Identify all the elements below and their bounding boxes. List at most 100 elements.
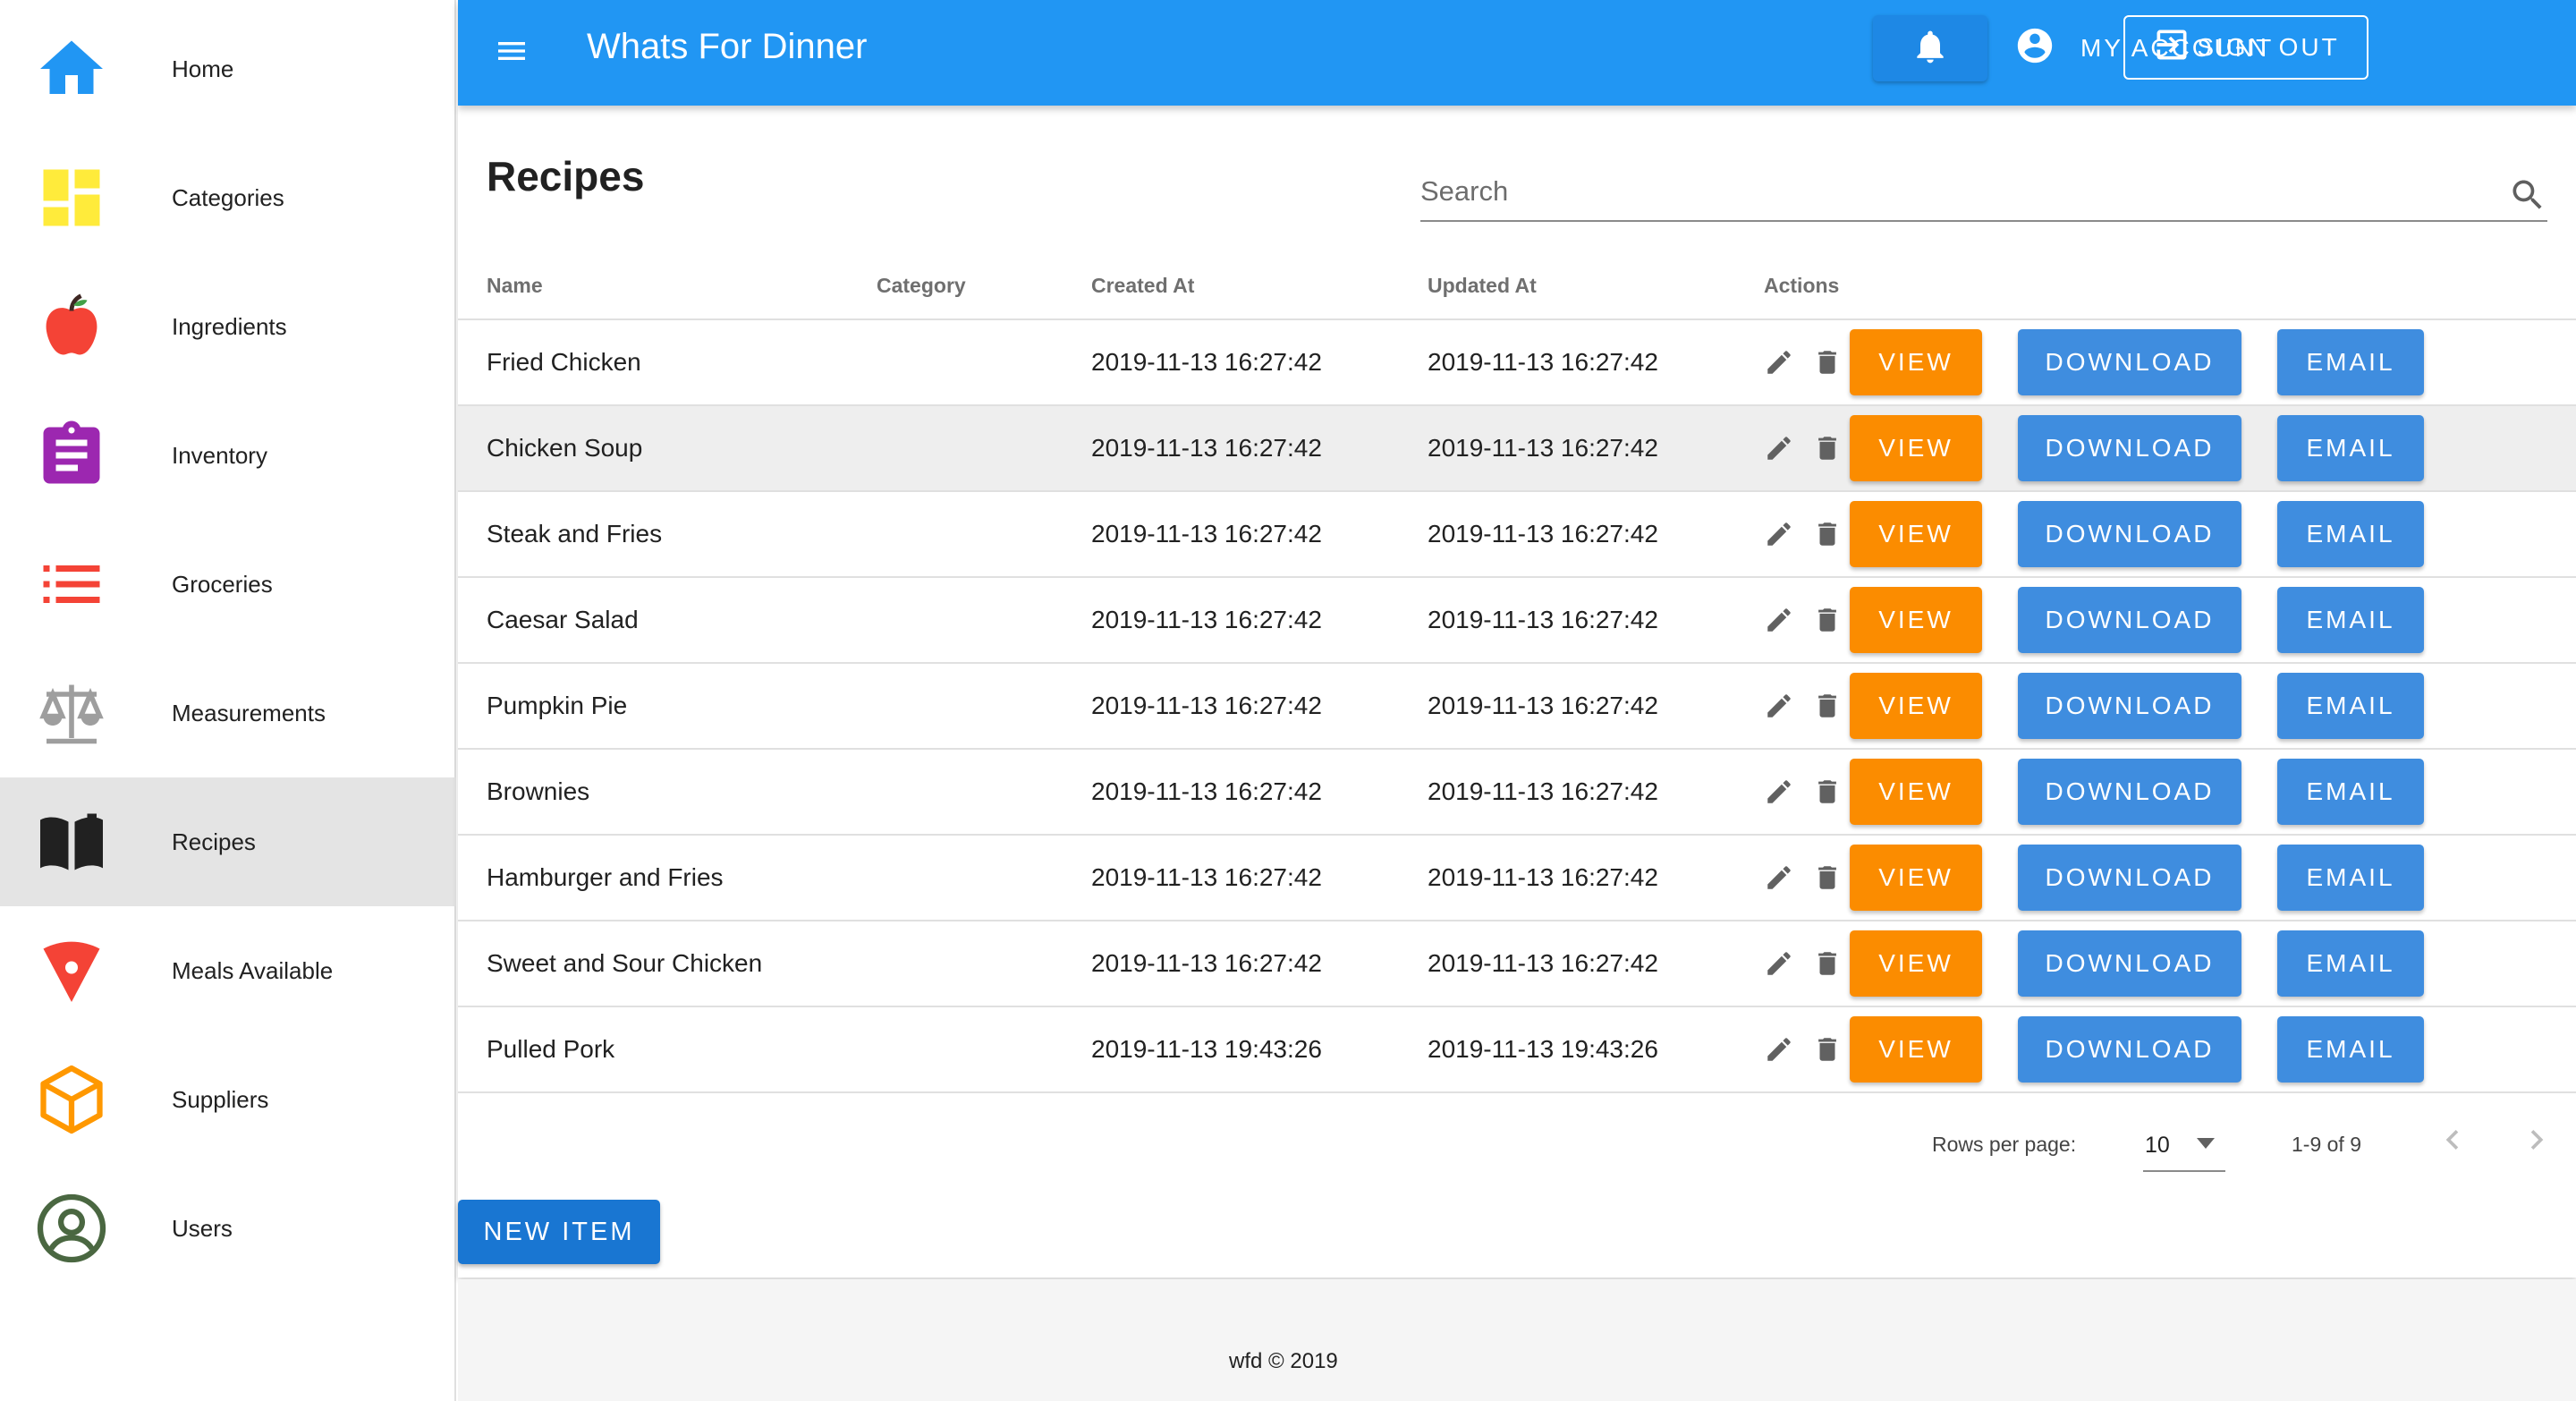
menu-icon [494, 33, 530, 73]
caret-down-icon [2195, 1136, 2216, 1151]
sidebar-item-meals-available[interactable]: Meals Available [0, 906, 456, 1035]
email-button[interactable]: EMAIL [2277, 845, 2424, 911]
view-button[interactable]: VIEW [1850, 673, 1982, 739]
cell-name: Caesar Salad [487, 606, 639, 633]
edit-icon[interactable] [1764, 1034, 1794, 1065]
cell-created-at: 2019-11-13 16:27:42 [1091, 520, 1322, 548]
sidebar-item-categories[interactable]: Categories [0, 133, 456, 262]
sign-out-button[interactable]: SIGN OUT [2123, 15, 2368, 80]
sidebar-item-label: Categories [172, 183, 284, 211]
cell-name: Brownies [487, 777, 590, 805]
new-item-button[interactable]: NEW ITEM [458, 1200, 660, 1264]
table-row: Chicken Soup 2019-11-13 16:27:42 2019-11… [458, 406, 2576, 492]
edit-icon[interactable] [1764, 948, 1794, 979]
cell-updated-at: 2019-11-13 16:27:42 [1428, 434, 1658, 462]
delete-icon[interactable] [1812, 1034, 1843, 1065]
column-header-name[interactable]: Name [487, 274, 543, 298]
sidebar-item-measurements[interactable]: Measurements [0, 649, 456, 777]
view-button[interactable]: VIEW [1850, 587, 1982, 653]
email-button[interactable]: EMAIL [2277, 329, 2424, 395]
cell-updated-at: 2019-11-13 16:27:42 [1428, 348, 1658, 376]
rows-per-page-label: Rows per page: [1932, 1133, 2077, 1156]
search-input[interactable] [1420, 163, 2476, 220]
sign-out-label: SIGN OUT [2197, 33, 2340, 61]
rows-per-page-select[interactable]: 10 [2143, 1117, 2225, 1172]
delete-icon[interactable] [1812, 433, 1843, 463]
delete-icon[interactable] [1812, 519, 1843, 549]
sidebar-item-recipes[interactable]: Recipes [0, 777, 456, 906]
sidebar: Home Categories Ingredients Inventory Gr… [0, 0, 456, 1401]
edit-icon[interactable] [1764, 519, 1794, 549]
table-body: Fried Chicken 2019-11-13 16:27:42 2019-1… [458, 320, 2576, 1093]
download-button[interactable]: DOWNLOAD [2018, 587, 2241, 653]
view-button[interactable]: VIEW [1850, 759, 1982, 825]
sidebar-item-suppliers[interactable]: Suppliers [0, 1035, 456, 1164]
clipboard-icon [34, 418, 109, 493]
download-button[interactable]: DOWNLOAD [2018, 329, 2241, 395]
cell-updated-at: 2019-11-13 16:27:42 [1428, 606, 1658, 633]
package-icon [34, 1062, 109, 1137]
table-row: Brownies 2019-11-13 16:27:42 2019-11-13 … [458, 750, 2576, 836]
sidebar-item-users[interactable]: Users [0, 1164, 456, 1293]
sidebar-item-home[interactable]: Home [0, 4, 456, 133]
delete-icon[interactable] [1812, 862, 1843, 893]
view-button[interactable]: VIEW [1850, 930, 1982, 997]
view-button[interactable]: VIEW [1850, 501, 1982, 567]
edit-icon[interactable] [1764, 433, 1794, 463]
email-button[interactable]: EMAIL [2277, 415, 2424, 481]
email-button[interactable]: EMAIL [2277, 673, 2424, 739]
cell-updated-at: 2019-11-13 16:27:42 [1428, 777, 1658, 805]
delete-icon[interactable] [1812, 605, 1843, 635]
list-icon [34, 547, 109, 622]
delete-icon[interactable] [1812, 777, 1843, 807]
column-header-updated-at[interactable]: Updated At [1428, 274, 1537, 298]
email-button[interactable]: EMAIL [2277, 1016, 2424, 1083]
column-header-created-at[interactable]: Created At [1091, 274, 1194, 298]
notifications-button[interactable] [1873, 15, 1987, 81]
search-icon[interactable] [2508, 175, 2547, 215]
email-button[interactable]: EMAIL [2277, 930, 2424, 997]
email-button[interactable]: EMAIL [2277, 759, 2424, 825]
delete-icon[interactable] [1812, 347, 1843, 378]
table-row: Pumpkin Pie 2019-11-13 16:27:42 2019-11-… [458, 664, 2576, 750]
cell-created-at: 2019-11-13 19:43:26 [1091, 1035, 1322, 1063]
pizza-icon [34, 933, 109, 1008]
view-button[interactable]: VIEW [1850, 329, 1982, 395]
delete-icon[interactable] [1812, 691, 1843, 721]
menu-button[interactable] [485, 26, 538, 80]
cell-updated-at: 2019-11-13 19:43:26 [1428, 1035, 1658, 1063]
view-button[interactable]: VIEW [1850, 1016, 1982, 1083]
sidebar-item-ingredients[interactable]: Ingredients [0, 262, 456, 391]
download-button[interactable]: DOWNLOAD [2018, 1016, 2241, 1083]
search-field [1420, 163, 2547, 222]
cell-created-at: 2019-11-13 16:27:42 [1091, 434, 1322, 462]
email-button[interactable]: EMAIL [2277, 501, 2424, 567]
table-row: Hamburger and Fries 2019-11-13 16:27:42 … [458, 836, 2576, 921]
view-button[interactable]: VIEW [1850, 845, 1982, 911]
chevron-right-icon[interactable] [2517, 1120, 2556, 1159]
sidebar-item-inventory[interactable]: Inventory [0, 391, 456, 520]
cell-name: Hamburger and Fries [487, 863, 724, 891]
download-button[interactable]: DOWNLOAD [2018, 673, 2241, 739]
download-button[interactable]: DOWNLOAD [2018, 930, 2241, 997]
sidebar-item-label: Inventory [172, 441, 267, 469]
download-button[interactable]: DOWNLOAD [2018, 759, 2241, 825]
pagination-range: 1-9 of 9 [2292, 1133, 2361, 1156]
edit-icon[interactable] [1764, 777, 1794, 807]
edit-icon[interactable] [1764, 862, 1794, 893]
edit-icon[interactable] [1764, 691, 1794, 721]
edit-icon[interactable] [1764, 347, 1794, 378]
edit-icon[interactable] [1764, 605, 1794, 635]
download-button[interactable]: DOWNLOAD [2018, 415, 2241, 481]
sidebar-item-groceries[interactable]: Groceries [0, 520, 456, 649]
download-button[interactable]: DOWNLOAD [2018, 845, 2241, 911]
download-button[interactable]: DOWNLOAD [2018, 501, 2241, 567]
delete-icon[interactable] [1812, 948, 1843, 979]
chevron-left-icon[interactable] [2433, 1120, 2472, 1159]
cell-created-at: 2019-11-13 16:27:42 [1091, 606, 1322, 633]
footer-copyright: wfd © 2019 [1229, 1349, 1338, 1373]
email-button[interactable]: EMAIL [2277, 587, 2424, 653]
column-header-category[interactable]: Category [877, 274, 966, 298]
view-button[interactable]: VIEW [1850, 415, 1982, 481]
home-icon [34, 31, 109, 106]
